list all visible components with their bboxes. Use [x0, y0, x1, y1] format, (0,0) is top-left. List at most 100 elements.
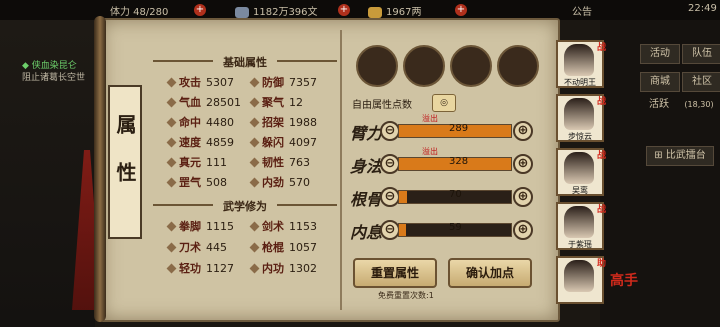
- allocation-row: 根骨 ⊖ 70 ⊕: [350, 182, 550, 212]
- attr-name: 聚气: [262, 96, 284, 109]
- attr-value: 763: [289, 156, 310, 169]
- attr-value: 4097: [289, 136, 317, 149]
- allocation-bar: 59: [398, 222, 512, 237]
- attr-diamond-icon: [249, 117, 260, 128]
- gold-icon: [368, 6, 382, 18]
- column-divider: [340, 30, 342, 310]
- plus-button[interactable]: ⊕: [513, 121, 533, 141]
- reset-attributes-button[interactable]: 重置属性: [353, 258, 437, 288]
- attr-value: 1127: [206, 262, 234, 275]
- base-attr-item: 聚气 12: [249, 94, 303, 110]
- hero-tag: 战: [596, 151, 606, 161]
- attr-name: 气血: [179, 96, 201, 109]
- sect-avatar-1[interactable]: [356, 45, 398, 87]
- allocation-row: 身法 ⊖ 328 ⊕ 溢出: [350, 147, 550, 179]
- sect-avatar-2[interactable]: [403, 45, 445, 87]
- attr-name: 枪棍: [262, 241, 284, 254]
- hero-tag: 战: [596, 97, 606, 107]
- hero-card[interactable]: 步惊云 战: [556, 94, 606, 142]
- minus-button[interactable]: ⊖: [380, 121, 400, 141]
- minus-button[interactable]: ⊖: [380, 187, 400, 207]
- attr-value: 7357: [289, 76, 317, 89]
- community-button[interactable]: 社区: [682, 72, 720, 92]
- add-stamina-button[interactable]: +: [194, 4, 206, 16]
- activity-button[interactable]: 活动: [640, 44, 680, 64]
- allocation-value: 328: [449, 156, 469, 167]
- announcement-button[interactable]: 公告: [572, 3, 592, 18]
- attr-value: 1302: [289, 262, 317, 275]
- allocation-label: 内息: [350, 223, 383, 242]
- hero-name: 步惊云: [568, 132, 592, 141]
- base-attr-item: 攻击 5307: [166, 74, 234, 90]
- base-attr-item: 命中 4480: [166, 114, 234, 130]
- hero-card[interactable]: 不动明王 战: [556, 40, 606, 88]
- money-stat: 1182万396文: [235, 3, 318, 18]
- quest-tracker[interactable]: ◆ 侠血染昆仑 阻止诸葛长空世: [22, 60, 100, 84]
- allocation-label: 臂力: [350, 124, 383, 143]
- hero-portrait: [564, 260, 594, 292]
- reset-count-note: 免费重置次数:1: [378, 291, 434, 300]
- attr-value: 5307: [206, 76, 234, 89]
- attr-diamond-icon: [249, 221, 260, 232]
- hero-card[interactable]: 助: [556, 256, 606, 304]
- free-points-label: 自由属性点数: [352, 100, 412, 111]
- allocation-value: 59: [449, 222, 462, 233]
- allocation-bar-fill: [399, 191, 407, 203]
- attr-value: 4480: [206, 116, 234, 129]
- minus-button[interactable]: ⊖: [380, 220, 400, 240]
- sect-avatar-4[interactable]: [497, 45, 539, 87]
- attr-name: 罡气: [179, 176, 201, 189]
- martial-attr-item: 轻功 1127: [166, 260, 234, 276]
- attr-value: 1057: [289, 241, 317, 254]
- quest-desc: 阻止诸葛长空世: [22, 73, 86, 83]
- stamina-stat: 体力 48/280: [110, 7, 169, 18]
- base-attr-item: 韧性 763: [249, 154, 310, 170]
- attr-name: 速度: [179, 136, 201, 149]
- add-money-button[interactable]: +: [338, 4, 350, 16]
- allocation-row: 内息 ⊖ 59 ⊕: [350, 215, 550, 245]
- attr-name: 刀术: [179, 241, 201, 254]
- attr-diamond-icon: [249, 242, 260, 253]
- hero-name: 于紫瑶: [568, 240, 592, 249]
- sect-avatar-3[interactable]: [450, 45, 492, 87]
- hero-name: 不动明王: [564, 78, 596, 87]
- base-attr-item: 速度 4859: [166, 134, 234, 150]
- attr-diamond-icon: [249, 157, 260, 168]
- plus-button[interactable]: ⊕: [513, 220, 533, 240]
- active-label[interactable]: 活跃: [640, 96, 678, 114]
- gold-stat: 1967两: [368, 3, 421, 18]
- attr-value: 28501: [206, 96, 241, 109]
- add-gold-button[interactable]: +: [455, 4, 467, 16]
- minus-button[interactable]: ⊖: [380, 154, 400, 174]
- hero-card[interactable]: 于紫瑶 战: [556, 202, 606, 250]
- confirm-points-button[interactable]: 确认加点: [448, 258, 532, 288]
- coin-icon: [235, 6, 249, 18]
- arena-button[interactable]: ⊞ 比武擂台: [646, 146, 714, 166]
- martial-attr-item: 枪棍 1057: [249, 239, 317, 255]
- base-attr-item: 躲闪 4097: [249, 134, 317, 150]
- allocation-bar: 289: [398, 123, 512, 138]
- attr-name: 拳脚: [179, 220, 201, 233]
- allocation-bar-fill: [399, 224, 406, 236]
- plus-button[interactable]: ⊕: [513, 187, 533, 207]
- allocation-value: 289: [449, 123, 469, 134]
- base-attr-item: 招架 1988: [249, 114, 317, 130]
- martial-attr-item: 拳脚 1115: [166, 218, 234, 234]
- shop-button[interactable]: 商城: [640, 72, 680, 92]
- team-button[interactable]: 队伍: [682, 44, 720, 64]
- attr-diamond-icon: [166, 117, 177, 128]
- plus-button[interactable]: ⊕: [513, 154, 533, 174]
- attr-diamond-icon: [249, 97, 260, 108]
- overflow-label: 溢出: [422, 114, 438, 123]
- attr-value: 445: [206, 241, 227, 254]
- attr-name: 命中: [179, 116, 201, 129]
- hero-tag: 战: [596, 43, 606, 53]
- hero-portrait: [564, 98, 594, 130]
- attr-value: 570: [289, 176, 310, 189]
- attr-name: 招架: [262, 116, 284, 129]
- attr-name: 剑术: [262, 220, 284, 233]
- clock: 22:49: [688, 3, 717, 14]
- attr-diamond-icon: [249, 177, 260, 188]
- attr-diamond-icon: [166, 263, 177, 274]
- hero-card[interactable]: 吴鸾 战: [556, 148, 606, 196]
